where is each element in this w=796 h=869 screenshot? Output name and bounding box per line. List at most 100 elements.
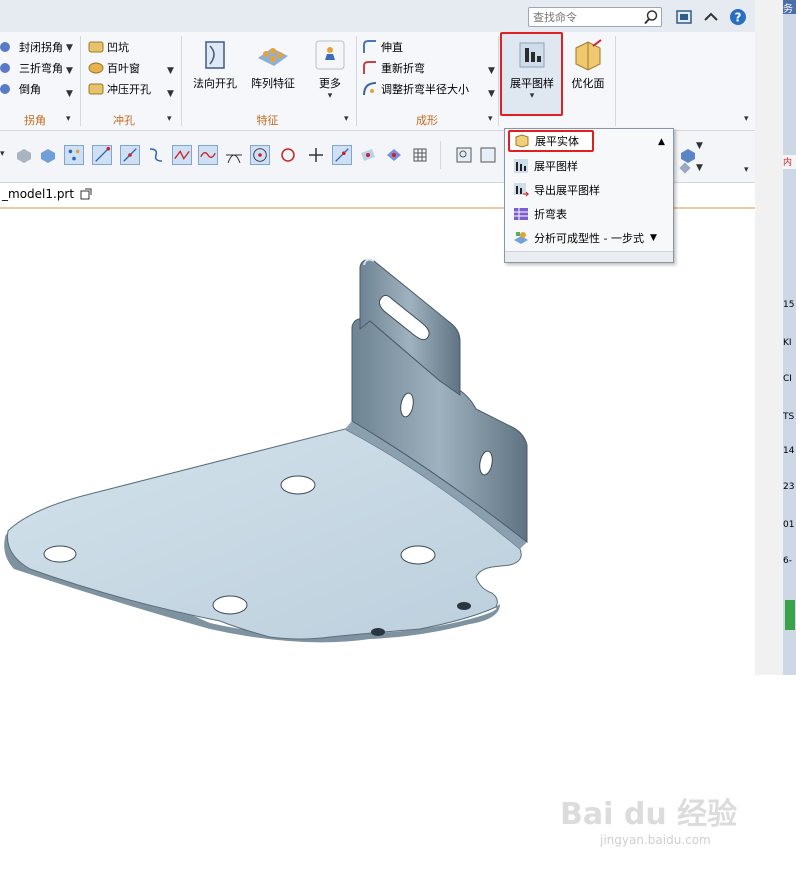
search-icon[interactable]: [643, 9, 659, 25]
dropdown-arrow-icon[interactable]: ▼: [167, 66, 174, 76]
tangent-point-icon[interactable]: [224, 145, 244, 165]
menu-item-flat-solid[interactable]: 展平实体: [508, 130, 594, 152]
end-point-icon[interactable]: [92, 145, 112, 165]
point-on-curve-icon[interactable]: [332, 145, 352, 165]
bounded-grid-icon[interactable]: [384, 145, 404, 165]
menu-item-flat-pattern[interactable]: 展平图样: [509, 155, 669, 177]
pattern-feature-label: 阵列特征: [251, 77, 295, 90]
group-more-icon[interactable]: ▾: [344, 114, 349, 124]
side-strip-text: CI: [783, 374, 792, 384]
menu-item-bend-table[interactable]: 折弯表: [509, 203, 669, 225]
control-point-icon[interactable]: [146, 145, 166, 165]
more-arrow-icon[interactable]: ▼: [488, 89, 495, 99]
menu-item-label: 展平实体: [535, 135, 579, 148]
group-label-punch: 冲孔: [113, 114, 135, 127]
divider: [498, 36, 499, 126]
command-search[interactable]: [528, 7, 662, 27]
more-arrow-icon[interactable]: ▼: [66, 89, 73, 99]
side-strip-text: 23: [783, 482, 795, 492]
existing-point-icon[interactable]: [306, 145, 326, 165]
orient-view-icon[interactable]: [678, 161, 692, 175]
more-arrow-icon[interactable]: ▼: [167, 89, 174, 99]
curve-point-icon[interactable]: [198, 145, 218, 165]
drawn-cutout-label: 冲压开孔: [107, 82, 151, 96]
group-more-icon[interactable]: ▾: [66, 114, 71, 124]
group-more-icon[interactable]: ▾: [488, 114, 493, 124]
ribbon-options-icon[interactable]: ▾: [744, 114, 749, 124]
menu-item-formability-analysis[interactable]: 分析可成型性 - 一步式 ▼: [509, 227, 669, 249]
view-icon[interactable]: [478, 145, 498, 165]
normal-cutout-icon: [205, 41, 225, 69]
side-strip-text: TS: [783, 412, 795, 422]
file-tab[interactable]: _model1.prt: [2, 187, 92, 201]
dimple-label: 凹坑: [107, 40, 129, 54]
closed-corner-icon: [0, 41, 10, 52]
more-button[interactable]: 更多 ▾: [310, 38, 350, 101]
resize-bend-radius-button[interactable]: 调整折弯半径大小: [362, 78, 469, 99]
file-tab-label: _model1.prt: [2, 187, 75, 201]
side-strip: 务 内 15 KI CI TS 14 23 01 6-: [783, 0, 796, 675]
side-strip-text: 6-: [783, 556, 792, 566]
collapse-arrow-icon[interactable]: ▲: [658, 137, 665, 147]
intersection-point-icon[interactable]: [172, 145, 192, 165]
dropdown-arrow-icon[interactable]: ▼: [66, 66, 73, 76]
grid-icon[interactable]: [410, 145, 430, 165]
menu-item-label: 折弯表: [534, 208, 567, 221]
drawn-cutout-button[interactable]: 冲压开孔: [88, 78, 151, 99]
drawn-cutout-icon: [88, 83, 104, 94]
dropdown-arrow-icon[interactable]: ▼: [696, 163, 703, 173]
divider: [615, 36, 616, 126]
resize-bend-radius-icon: [363, 81, 377, 95]
menu-item-label: 分析可成型性 - 一步式: [534, 232, 644, 245]
help-icon[interactable]: ?: [728, 7, 748, 27]
menu-item-export-flat-pattern[interactable]: 导出展平图样: [509, 179, 669, 201]
corner-commands: 封闭拐角 三折弯角 倒角: [0, 36, 63, 99]
toolbar-options-icon[interactable]: ▾: [744, 165, 749, 175]
window-icon[interactable]: [674, 7, 694, 27]
search-input[interactable]: [529, 8, 639, 26]
collapse-ribbon-icon[interactable]: [701, 7, 721, 27]
sheet-metal-part[interactable]: [0, 209, 755, 675]
expand-arrow-icon[interactable]: ▼: [650, 233, 657, 243]
solid-body-icon[interactable]: [14, 145, 34, 165]
chamfer-button[interactable]: 倒角: [0, 78, 63, 99]
watermark-logo: Bai du 经验: [560, 797, 738, 832]
group-more-icon[interactable]: ▾: [167, 114, 172, 124]
tab-pin-icon[interactable]: [80, 188, 92, 200]
three-bend-corner-button[interactable]: 三折弯角: [0, 57, 63, 78]
pattern-feature-button[interactable]: 阵列特征: [246, 38, 300, 91]
rebend-icon: [363, 60, 376, 74]
watermark: Bai du 经验 jingyan.baidu.com: [560, 789, 750, 869]
side-strip-marker: 内: [783, 155, 796, 169]
closed-corner-button[interactable]: 封闭拐角: [0, 36, 63, 57]
louver-button[interactable]: 百叶窗: [88, 57, 151, 78]
unbend-button[interactable]: 伸直: [362, 36, 469, 57]
dropdown-arrow-icon[interactable]: ▼: [66, 43, 73, 53]
group-label-forming: 成形: [416, 114, 438, 127]
more-icon: [315, 40, 345, 70]
resize-bend-radius-label: 调整折弯半径大小: [381, 82, 469, 96]
graphics-viewport[interactable]: Bai du 经验 jingyan.baidu.com: [0, 207, 755, 847]
arc-center-icon[interactable]: [250, 145, 270, 165]
group-label-feature: 特征: [256, 114, 279, 127]
sheet-body-icon[interactable]: [38, 145, 58, 165]
optimize-face-button[interactable]: 优化面: [566, 38, 610, 91]
dropdown-arrow-icon[interactable]: ▼: [696, 141, 703, 151]
zoom-icon[interactable]: [454, 145, 474, 165]
quadrant-point-icon[interactable]: [278, 145, 298, 165]
three-bend-corner-icon: [0, 62, 10, 73]
mid-point-icon[interactable]: [120, 145, 140, 165]
side-strip-text: 务: [783, 0, 796, 14]
side-strip-text: 15: [783, 300, 795, 310]
svg-text:?: ?: [735, 11, 742, 25]
rebend-button[interactable]: 重新折弯: [362, 57, 469, 78]
flat-pattern-label: 展平图样: [510, 77, 554, 90]
dropdown-arrow-icon[interactable]: ▼: [488, 66, 495, 76]
more-arrow-icon[interactable]: ▾: [0, 149, 5, 159]
dimple-button[interactable]: 凹坑: [88, 36, 151, 57]
point-snap-icon[interactable]: [64, 145, 84, 165]
point-on-face-icon[interactable]: [358, 145, 378, 165]
divider: [181, 36, 182, 126]
menu-resize-grip[interactable]: [505, 251, 673, 262]
normal-cutout-button[interactable]: 法向开孔: [190, 38, 240, 91]
